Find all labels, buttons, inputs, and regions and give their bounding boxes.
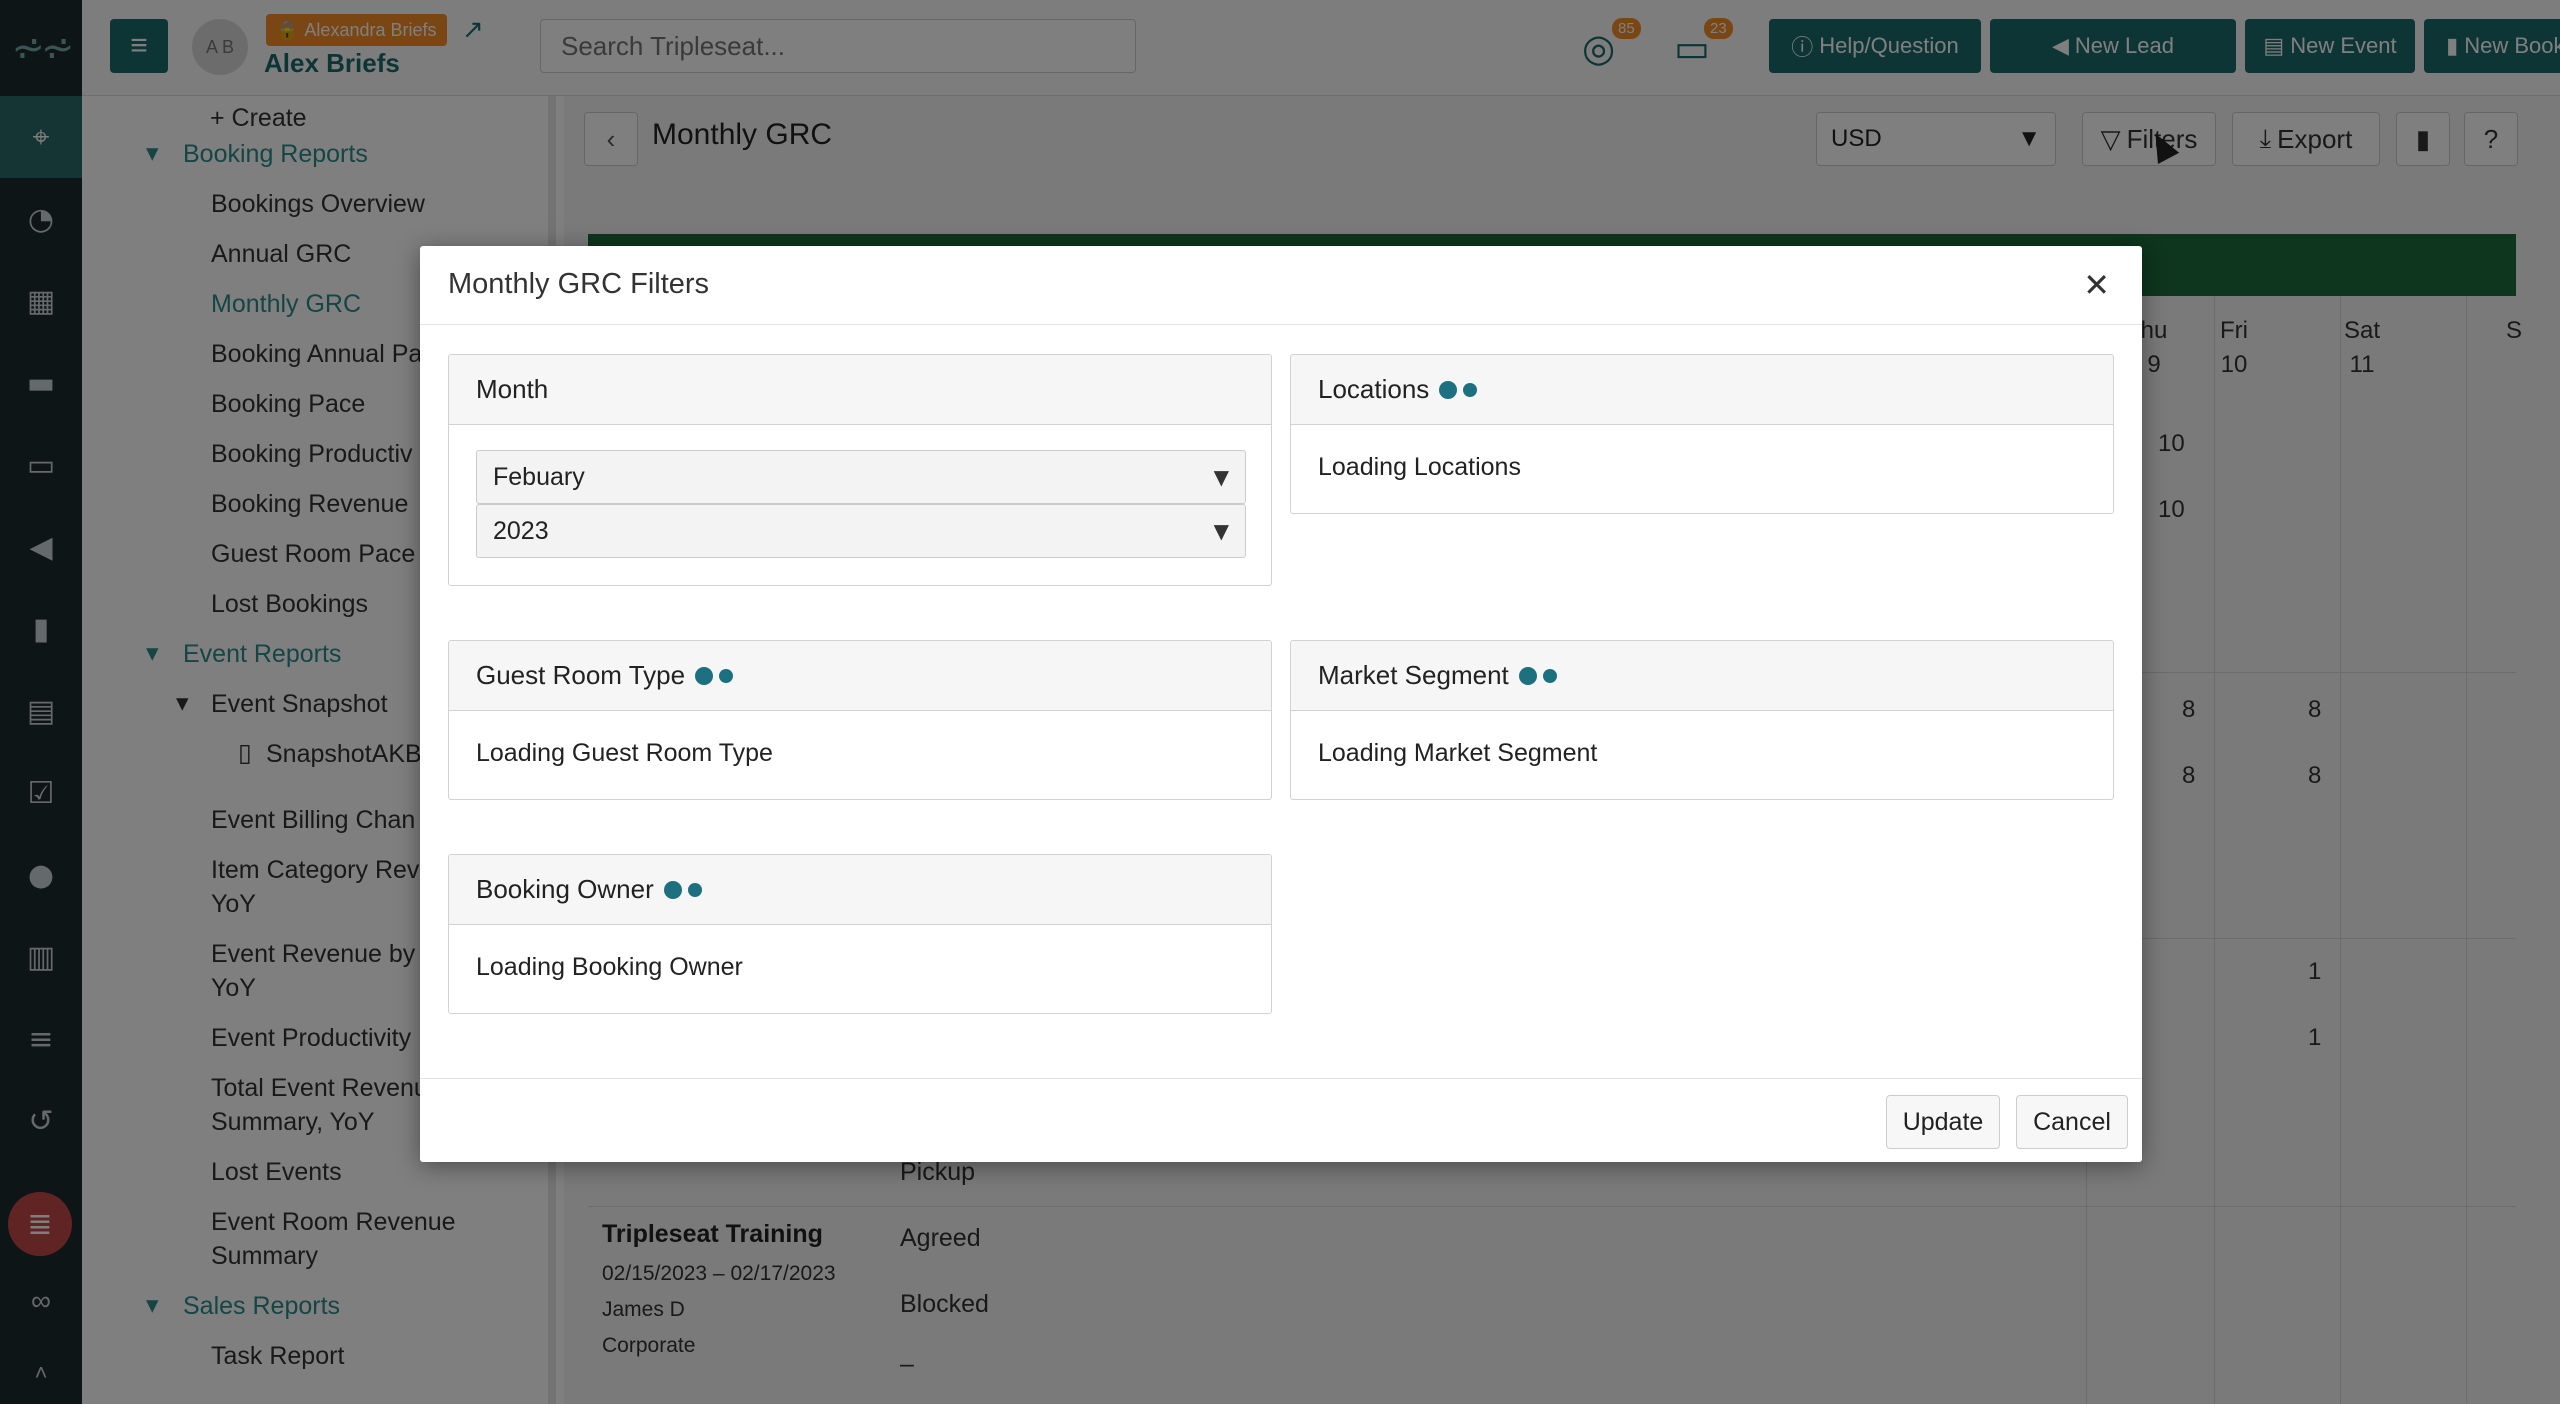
market-segment-loading-text: Loading Market Segment [1318,739,1598,767]
market-segment-panel: Market Segment Loading Market Segment [1290,640,2114,800]
booking-owner-loading-text: Loading Booking Owner [476,953,743,981]
locations-panel: Locations Loading Locations [1290,354,2114,514]
year-select[interactable]: 2023 ▼ [476,504,1246,558]
month-select-value: Febuary [493,462,585,491]
booking-owner-panel-header: Booking Owner [449,855,1271,925]
month-panel: Month Febuary ▼ 2023 ▼ [448,354,1272,586]
chevron-down-icon: ▼ [1213,465,1229,489]
market-segment-label: Market Segment [1318,660,1509,690]
locations-panel-header: Locations [1291,355,2113,425]
locations-label: Locations [1318,374,1430,404]
market-segment-panel-header: Market Segment [1291,641,2113,711]
loading-spinner-icon [1439,380,1478,399]
booking-owner-panel: Booking Owner Loading Booking Owner [448,854,1272,1014]
booking-owner-label: Booking Owner [476,874,654,904]
modal-title: Monthly GRC Filters [448,268,710,300]
guest-room-type-panel-header: Guest Room Type [449,641,1271,711]
divider [420,1078,2142,1079]
guest-room-type-label: Guest Room Type [476,660,686,690]
month-select[interactable]: Febuary ▼ [476,450,1246,504]
locations-loading-text: Loading Locations [1318,453,1521,481]
loading-spinner-icon [663,880,702,899]
update-button[interactable]: Update [1886,1095,2000,1149]
guest-room-type-loading-text: Loading Guest Room Type [476,739,773,767]
loading-spinner-icon [1518,666,1557,685]
cancel-button[interactable]: Cancel [2016,1095,2128,1149]
year-select-value: 2023 [493,516,549,545]
guest-room-type-panel: Guest Room Type Loading Guest Room Type [448,640,1272,800]
month-label: Month [476,374,549,404]
filters-modal: Monthly GRC Filters ✕ Month Febuary ▼ 20… [420,246,2142,1162]
loading-spinner-icon [695,666,734,685]
divider [420,324,2142,325]
close-icon[interactable]: ✕ [2083,266,2110,304]
chevron-down-icon: ▼ [1213,519,1229,543]
month-panel-header: Month [449,355,1271,425]
